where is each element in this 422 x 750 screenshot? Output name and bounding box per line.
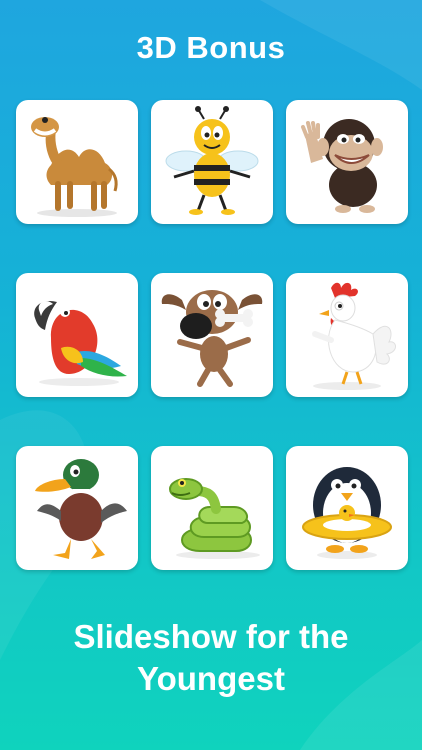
duck-icon (35, 459, 127, 559)
caption-line-2: Youngest (137, 660, 285, 697)
footer-caption: Slideshow for the Youngest (0, 616, 422, 700)
tile-duck[interactable] (16, 446, 138, 570)
tile-bee[interactable] (151, 100, 273, 224)
tile-monkey[interactable] (286, 100, 408, 224)
snake-icon (169, 478, 260, 559)
bee-icon (165, 106, 259, 215)
caption-line-1: Slideshow for the (73, 618, 349, 655)
tile-parrot[interactable] (16, 273, 138, 397)
dog-icon (161, 290, 263, 387)
monkey-icon (301, 119, 383, 213)
tile-rooster[interactable] (286, 273, 408, 397)
parrot-icon (34, 300, 127, 386)
rooster-icon (312, 282, 396, 390)
tile-dog[interactable] (151, 273, 273, 397)
tile-camel[interactable] (16, 100, 138, 224)
page-title: 3D Bonus (136, 30, 286, 65)
penguin-icon (302, 467, 392, 559)
tile-penguin[interactable] (286, 446, 408, 570)
animal-grid (16, 100, 408, 570)
tile-snake[interactable] (151, 446, 273, 570)
camel-icon (31, 117, 118, 217)
